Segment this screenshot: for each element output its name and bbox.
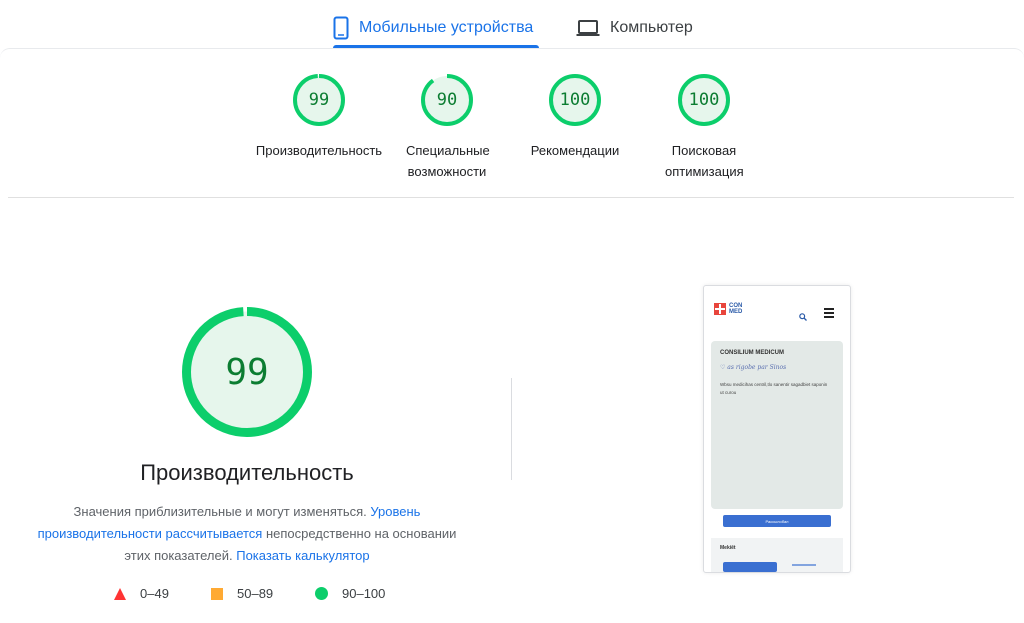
legend-fail: 0–49 [114,586,169,601]
performance-description: Значения приблизительные и могут изменят… [30,501,464,567]
search-icon [799,308,807,326]
green-circle-icon [315,587,328,600]
tab-mobile[interactable]: Мобильные устройства [333,8,533,48]
bottom-link [792,564,816,566]
final-screenshot[interactable]: CON MED CONSILIUM MEDICUM ♡ as rigobe par… [703,285,851,573]
section-divider [8,197,1014,198]
gauge-ring: 100 [678,74,730,126]
gauge-score: 100 [688,90,720,110]
bottom-title: Mekiět [720,545,736,551]
legend-range: 90–100 [342,586,386,601]
gauge-label: Производительность [255,143,383,158]
gauge-performance[interactable]: 99 Производительность [254,74,384,161]
subscribe-button: Рассылобал [723,515,831,527]
gauge-label: Специальные возможности [406,143,490,179]
gauge-score: 100 [559,90,591,110]
gauge-score: 99 [308,90,330,110]
hero-title: CONSILIUM MEDICUM [720,350,784,356]
vertical-divider [511,378,512,480]
score-legend: 0–49 50–89 90–100 [0,586,500,606]
gauge-accessibility[interactable]: 90 Специальные возможности [382,74,512,182]
desc-text-1: Значения приблизительные и могут изменят… [73,504,371,519]
legend-range: 0–49 [140,586,169,601]
cross-logo-icon [714,303,726,315]
gauge-ring: 99 [293,74,345,126]
bottom-button [723,562,777,572]
legend-average: 50–89 [211,586,273,601]
menu-icon [824,308,834,320]
site-logo: CON MED [714,303,742,315]
hero-text: Wbsu medicihas centril,tlo sanentir saga… [720,382,828,395]
gauge-label: Рекомендации [530,143,620,158]
legend-range: 50–89 [237,586,274,601]
tab-desktop[interactable]: Компьютер [576,8,693,48]
laptop-icon [576,19,600,37]
logo-text: MED [729,309,743,315]
gauge-best-practices[interactable]: 100 Рекомендации [510,74,640,161]
orange-square-icon [211,587,223,600]
performance-title: Производительность [140,460,354,485]
category-gauges: 99 Производительность 90 Специальные воз… [0,74,1024,184]
smartphone-icon [333,16,349,40]
gauge-score: 90 [436,90,458,110]
performance-gauge: 99 [182,307,312,437]
gauge-ring: 100 [549,74,601,126]
show-calculator-link[interactable]: Показать калькулятор [236,548,369,563]
gauge-seo[interactable]: 100 Поисковая оптимизация [639,74,769,182]
performance-score: 99 [225,351,269,393]
legend-pass: 90–100 [315,586,385,601]
tab-mobile-label: Мобильные устройства [359,19,534,36]
gauge-ring: 90 [421,74,473,126]
tab-desktop-label: Компьютер [610,19,693,36]
device-tabs: Мобильные устройства Компьютер [0,0,1024,48]
gauge-label: Поисковая оптимизация [665,143,744,179]
hero-script: ♡ as rigobe par Sinos [720,364,787,371]
red-triangle-icon [114,587,126,600]
